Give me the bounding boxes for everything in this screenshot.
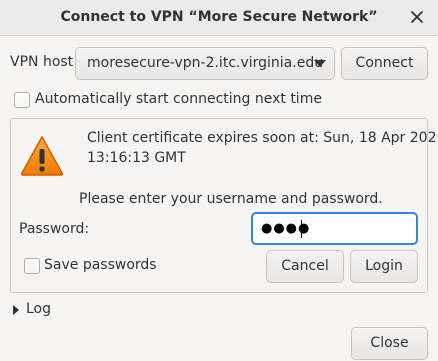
title-bar[interactable]: Connect to VPN “More Secure Network” [0,0,438,36]
chevron-down-icon [314,60,326,67]
password-field[interactable]: ●●●● [251,212,418,245]
autoconnect-checkbox[interactable] [14,92,30,108]
auth-prompt: Please enter your username and password. [79,191,383,207]
password-label: Password: [19,221,90,237]
auth-frame: Client certificate expires soon at: Sun,… [10,118,438,293]
log-expander[interactable]: Log [10,300,70,320]
window-title: Connect to VPN “More Secure Network” [60,9,378,25]
triangle-right-icon [13,305,19,315]
warning-icon [18,132,66,180]
cert-warning-line1: Client certificate expires soon at: Sun,… [87,130,438,146]
connect-button[interactable]: Connect [341,47,428,80]
vpn-host-label: VPN host [10,54,74,70]
cancel-button[interactable]: Cancel [266,250,344,283]
login-button[interactable]: Login [350,250,418,283]
close-button[interactable]: Close [351,327,428,360]
autoconnect-label[interactable]: Automatically start connecting next time [35,91,322,107]
text-caret [301,220,302,238]
log-label: Log [26,301,52,317]
vpn-host-value: moresecure-vpn-2.itc.virginia.edu [87,55,324,71]
password-value: ●●●● [261,221,311,236]
vpn-dialog: Connect to VPN “More Secure Network” VPN… [0,0,438,361]
cert-warning-line2: 13:16:13 GMT [87,150,186,166]
save-passwords-label[interactable]: Save passwords [44,257,157,273]
vpn-host-dropdown[interactable]: moresecure-vpn-2.itc.virginia.edu [75,47,335,80]
save-passwords-checkbox[interactable] [24,258,40,274]
close-icon[interactable] [409,9,425,25]
